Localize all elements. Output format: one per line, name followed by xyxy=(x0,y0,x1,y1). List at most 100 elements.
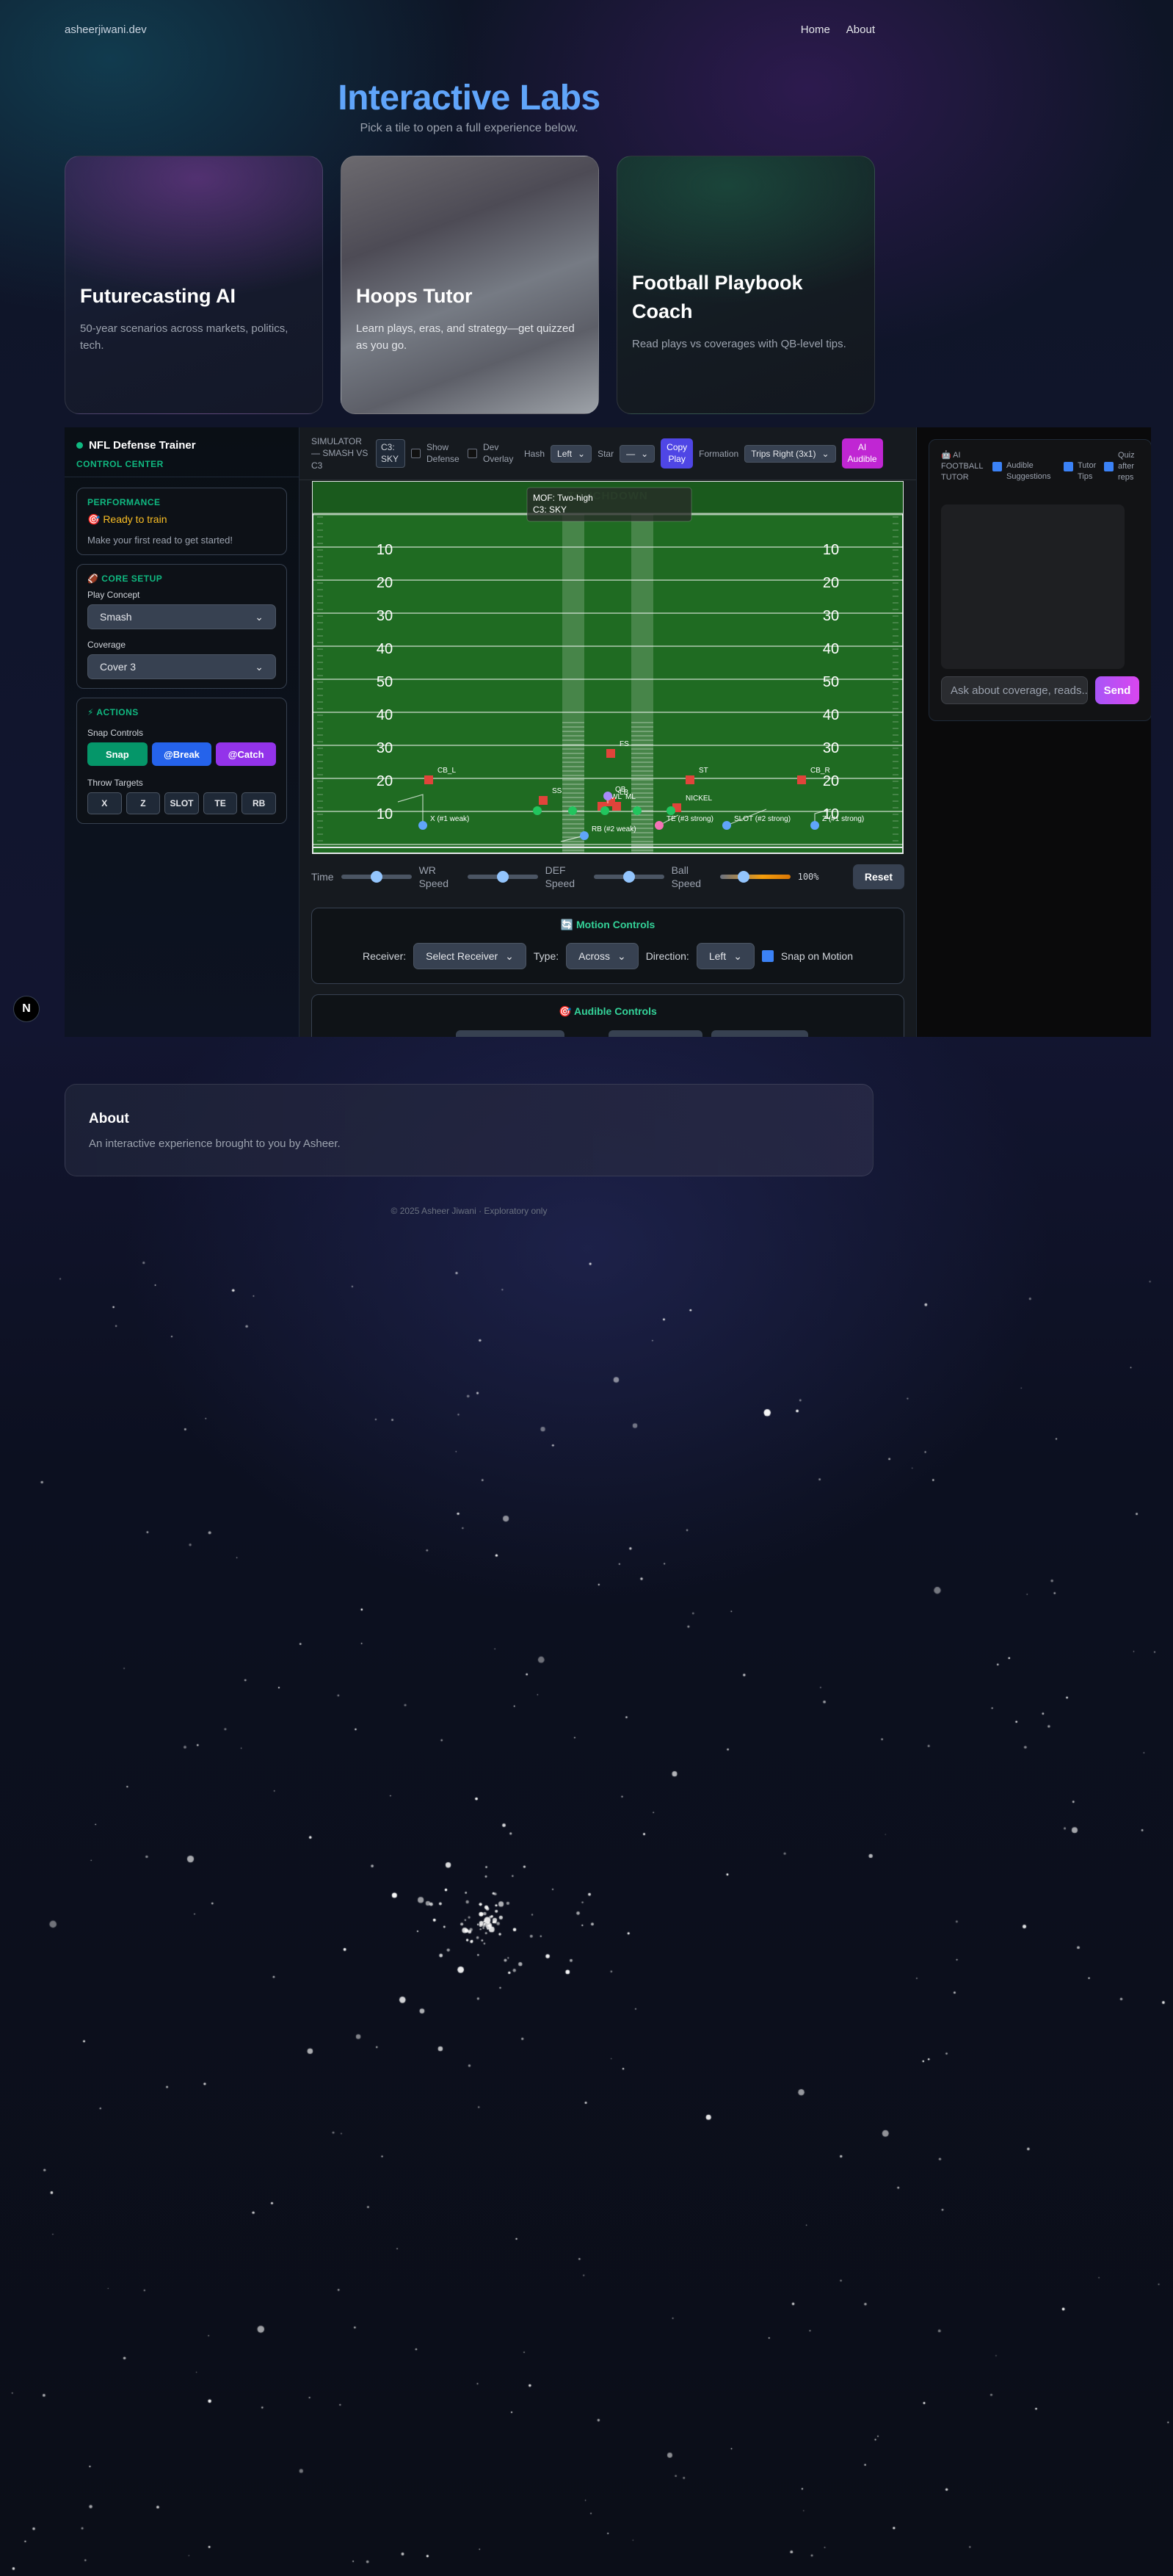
performance-panel: PERFORMANCE 🎯 Ready to train Make your f… xyxy=(76,488,287,555)
wr-speed-slider[interactable] xyxy=(467,871,538,883)
tile-football-coach[interactable]: Football Playbook Coach Read plays vs co… xyxy=(617,156,875,414)
chevron-down-icon: ⌄ xyxy=(821,448,829,459)
yard-number: 40 xyxy=(377,707,393,723)
performance-heading: PERFORMANCE xyxy=(87,497,161,507)
audible-suggestions-checkbox[interactable] xyxy=(992,462,1002,471)
tile-hoops-tutor[interactable]: Hoops Tutor Learn plays, eras, and strat… xyxy=(341,156,599,414)
snap-button[interactable]: Snap xyxy=(87,742,148,766)
defender-label: ST xyxy=(699,767,708,775)
formation-value: Trips Right (3x1) xyxy=(751,448,816,459)
receiver-label: RB (#2 weak) xyxy=(592,825,636,833)
receiver-marker xyxy=(722,821,731,830)
hash-select[interactable]: Left ⌄ xyxy=(551,444,592,463)
chat-log xyxy=(941,504,1125,669)
yard-number: 40 xyxy=(823,641,839,657)
audible-select[interactable] xyxy=(456,1030,564,1037)
defender-marker xyxy=(797,775,806,784)
tutor-tips-checkbox[interactable] xyxy=(1064,462,1073,471)
ai-tutor-panel: 🤖 AI FOOTBALL TUTOR Audible Suggestions … xyxy=(916,427,1151,1037)
receiver-label: TE (#3 strong) xyxy=(667,815,713,823)
throw-slot-button[interactable]: SLOT xyxy=(164,792,199,814)
star-value: — xyxy=(626,448,636,459)
performance-status: 🎯 Ready to train xyxy=(87,513,167,525)
nav-home-link[interactable]: Home xyxy=(801,23,830,36)
receiver-marker xyxy=(655,821,664,830)
motion-type-select[interactable]: Across ⌄ xyxy=(566,943,639,969)
tile-description: 50-year scenarios across markets, politi… xyxy=(80,322,288,352)
defender-marker xyxy=(424,775,433,784)
send-button[interactable]: Send xyxy=(1095,676,1139,704)
audible-controls-heading: 🎯 Audible Controls xyxy=(559,1005,657,1017)
chevron-down-icon: ⌄ xyxy=(578,448,586,459)
motion-controls-panel: 🔄 Motion Controls Receiver: Select Recei… xyxy=(311,908,904,984)
quiz-checkbox[interactable] xyxy=(1104,462,1114,471)
ball-speed-slider-knob[interactable] xyxy=(737,871,749,883)
next-logo-icon[interactable]: N xyxy=(13,996,40,1022)
audible-select[interactable] xyxy=(711,1030,808,1037)
hash-band-left xyxy=(562,514,584,853)
trainer-title: NFL Defense Trainer xyxy=(89,439,196,452)
show-defense-checkbox[interactable] xyxy=(411,449,421,458)
receiver-select[interactable]: Select Receiver ⌄ xyxy=(413,943,526,969)
lineman-marker xyxy=(633,806,642,815)
yard-number: 20 xyxy=(823,575,839,591)
receiver-label: X (#1 weak) xyxy=(430,815,469,823)
yard-number: 50 xyxy=(823,674,839,690)
yard-number: 10 xyxy=(377,806,393,822)
def-speed-slider-knob[interactable] xyxy=(622,871,635,883)
chevron-down-icon: ⌄ xyxy=(255,660,264,673)
status-dot xyxy=(76,442,83,449)
chat-input[interactable]: Ask about coverage, reads... xyxy=(941,676,1088,704)
throw-z-button[interactable]: Z xyxy=(126,792,161,814)
nav-about-link[interactable]: About xyxy=(846,23,875,36)
receiver-label: Receiver: xyxy=(362,950,407,962)
time-slider[interactable] xyxy=(341,871,412,883)
coverage-select[interactable]: Cover 3 ⌄ xyxy=(87,654,276,679)
play-concept-select[interactable]: Smash ⌄ xyxy=(87,604,276,629)
def-speed-slider[interactable] xyxy=(593,871,664,883)
lineman-marker xyxy=(667,806,675,815)
dev-overlay-checkbox[interactable] xyxy=(468,449,477,458)
show-defense-label: Show Defense xyxy=(426,441,460,464)
catch-button[interactable]: @Catch xyxy=(216,742,277,766)
site-brand[interactable]: asheerjiwani.dev xyxy=(65,23,147,36)
coverage-label: Coverage xyxy=(87,640,126,650)
audible-select[interactable] xyxy=(609,1030,702,1037)
throw-te-button[interactable]: TE xyxy=(203,792,238,814)
footer: © 2025 Asheer Jiwani · Exploratory only xyxy=(391,1206,548,1216)
snap-controls-label: Snap Controls xyxy=(87,728,144,738)
ball-speed-slider[interactable] xyxy=(719,871,791,883)
tile-futurecasting[interactable]: Futurecasting AI 50-year scenarios acros… xyxy=(65,156,323,414)
ai-audible-button[interactable]: AI Audible xyxy=(841,438,883,469)
direction-select[interactable]: Left ⌄ xyxy=(696,943,755,969)
yard-number: 20 xyxy=(377,575,393,591)
throw-rb-button[interactable]: RB xyxy=(242,792,276,814)
play-concept-value: Smash xyxy=(100,611,132,623)
snap-on-motion-checkbox[interactable] xyxy=(761,950,774,962)
wr-speed-slider-knob[interactable] xyxy=(496,871,509,883)
star-select[interactable]: — ⌄ xyxy=(620,444,656,463)
yard-number: 30 xyxy=(377,608,393,624)
receiver-marker xyxy=(418,821,427,830)
audible-controls-panel: 🎯 Audible Controls xyxy=(311,994,904,1037)
performance-hint: Make your first read to get started! xyxy=(87,535,233,546)
direction-value: Left xyxy=(708,950,727,962)
throw-x-button[interactable]: X xyxy=(87,792,122,814)
break-button[interactable]: @Break xyxy=(151,742,212,766)
football-field[interactable]: TOUCHDOWN1010202030304040505040403030202… xyxy=(311,480,904,855)
tile-title: Hoops Tutor xyxy=(356,284,473,307)
copy-play-button[interactable]: Copy Play xyxy=(661,438,694,469)
defender-label: FS xyxy=(620,740,629,748)
def-speed-label: DEF Speed xyxy=(545,864,575,889)
defender-label: SS xyxy=(552,787,562,795)
yard-number: 30 xyxy=(377,740,393,756)
coverage-text: C3: SKY xyxy=(533,504,567,515)
tutor-tips-label: Tutor Tips xyxy=(1078,461,1097,481)
yard-number: 10 xyxy=(823,542,839,558)
formation-select[interactable]: Trips Right (3x1) ⌄ xyxy=(744,444,836,463)
defender-label: CB_L xyxy=(437,767,456,775)
time-slider-knob[interactable] xyxy=(370,871,382,883)
defender-marker xyxy=(686,775,694,784)
type-label: Type: xyxy=(533,950,559,962)
reset-button[interactable]: Reset xyxy=(852,864,904,889)
